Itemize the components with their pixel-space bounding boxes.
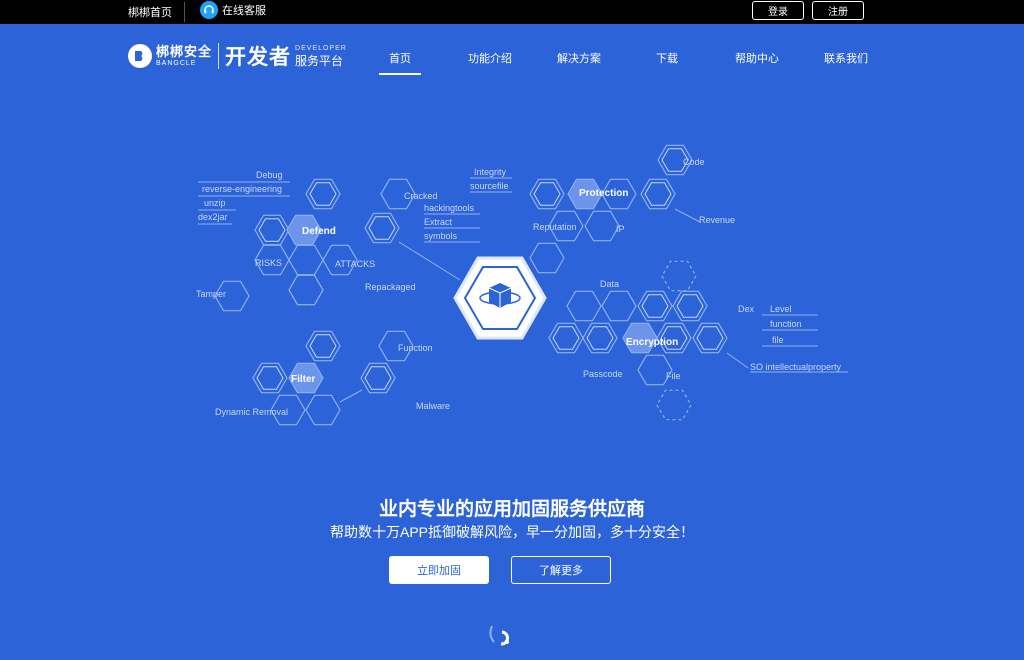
label-protection: Protection	[579, 188, 628, 199]
label-function-lc: function	[770, 319, 802, 329]
label-revenue: Revenue	[699, 215, 735, 225]
center-shield	[453, 256, 547, 340]
label-unzip: unzip	[204, 198, 226, 208]
headset-icon	[200, 1, 218, 19]
register-button[interactable]: 注册	[812, 1, 864, 20]
label-function: Function	[398, 343, 433, 353]
hero-subline: 帮助数十万APP抵御破解风险，早一分加固，多十分安全！	[329, 524, 694, 540]
hero-hexagon-graphic: Debug reverse-engineering unzip dex2jar …	[196, 144, 848, 426]
nav-home[interactable]: 首页	[379, 50, 421, 75]
main-nav: 首页 功能介绍 解决方案 下载 帮助中心 联系我们	[0, 50, 1024, 75]
protection-cluster: Integrity sourcefile Protection Reputati…	[470, 144, 735, 274]
home-link[interactable]: 梆梆首页	[128, 4, 172, 20]
label-repackaged: Repackaged	[365, 282, 416, 292]
label-file: File	[666, 371, 681, 381]
nav-features[interactable]: 功能介绍	[468, 50, 512, 66]
label-hackingtools: hackingtools	[424, 203, 475, 213]
nav-solutions[interactable]: 解决方案	[557, 50, 601, 66]
label-sourcefile: sourcefile	[470, 181, 509, 191]
label-symbols: symbols	[424, 231, 458, 241]
label-code: Code	[683, 157, 705, 167]
label-malware: Malware	[416, 401, 450, 411]
label-so-ip: SO intellectualproperty	[750, 362, 842, 372]
label-cracked: Cracked	[404, 191, 438, 201]
label-dex: Dex	[738, 304, 755, 314]
nav-help[interactable]: 帮助中心	[735, 50, 779, 66]
label-file-lc: file	[772, 335, 784, 345]
nav-download[interactable]: 下载	[656, 50, 678, 66]
online-service-link[interactable]: 在线客服	[200, 1, 266, 19]
label-integrity: Integrity	[474, 167, 507, 177]
label-encryption: Encryption	[626, 337, 678, 348]
label-defend: Defend	[302, 226, 336, 237]
label-filter: Filter	[291, 374, 316, 385]
harden-now-button[interactable]: 立即加固	[389, 556, 489, 584]
label-reverse-engineering: reverse-engineering	[202, 184, 282, 194]
top-bar: 梆梆首页 在线客服 登录 注册	[0, 0, 1024, 24]
hero-headline: 业内专业的应用加固服务供应商	[378, 499, 645, 520]
encryption-cluster: Data Dex Level function file SO intellec…	[548, 260, 848, 421]
filter-cluster: Filter Function Malware Dynamic Removal	[215, 330, 450, 426]
label-passcode: Passcode	[583, 369, 623, 379]
label-ip: IP	[616, 224, 625, 234]
label-reputation: Reputation	[533, 222, 577, 232]
divider	[184, 2, 185, 22]
online-service-label: 在线客服	[222, 5, 266, 17]
nav-contact[interactable]: 联系我们	[824, 50, 868, 66]
label-tamper: Tamper	[196, 289, 226, 299]
learn-more-button[interactable]: 了解更多	[511, 556, 611, 584]
login-button[interactable]: 登录	[752, 1, 804, 20]
label-dynamic-removal: Dynamic Removal	[215, 407, 288, 417]
defend-cluster: Debug reverse-engineering unzip dex2jar …	[196, 170, 480, 312]
label-risks: RISKS	[255, 258, 282, 268]
label-level: Level	[770, 304, 792, 314]
label-dex2jar: dex2jar	[198, 212, 228, 222]
label-debug: Debug	[256, 170, 283, 180]
label-attacks: ATTACKS	[335, 259, 375, 269]
label-data: Data	[600, 279, 619, 289]
scroll-down-icon[interactable]	[486, 620, 516, 650]
label-extract: Extract	[424, 217, 453, 227]
